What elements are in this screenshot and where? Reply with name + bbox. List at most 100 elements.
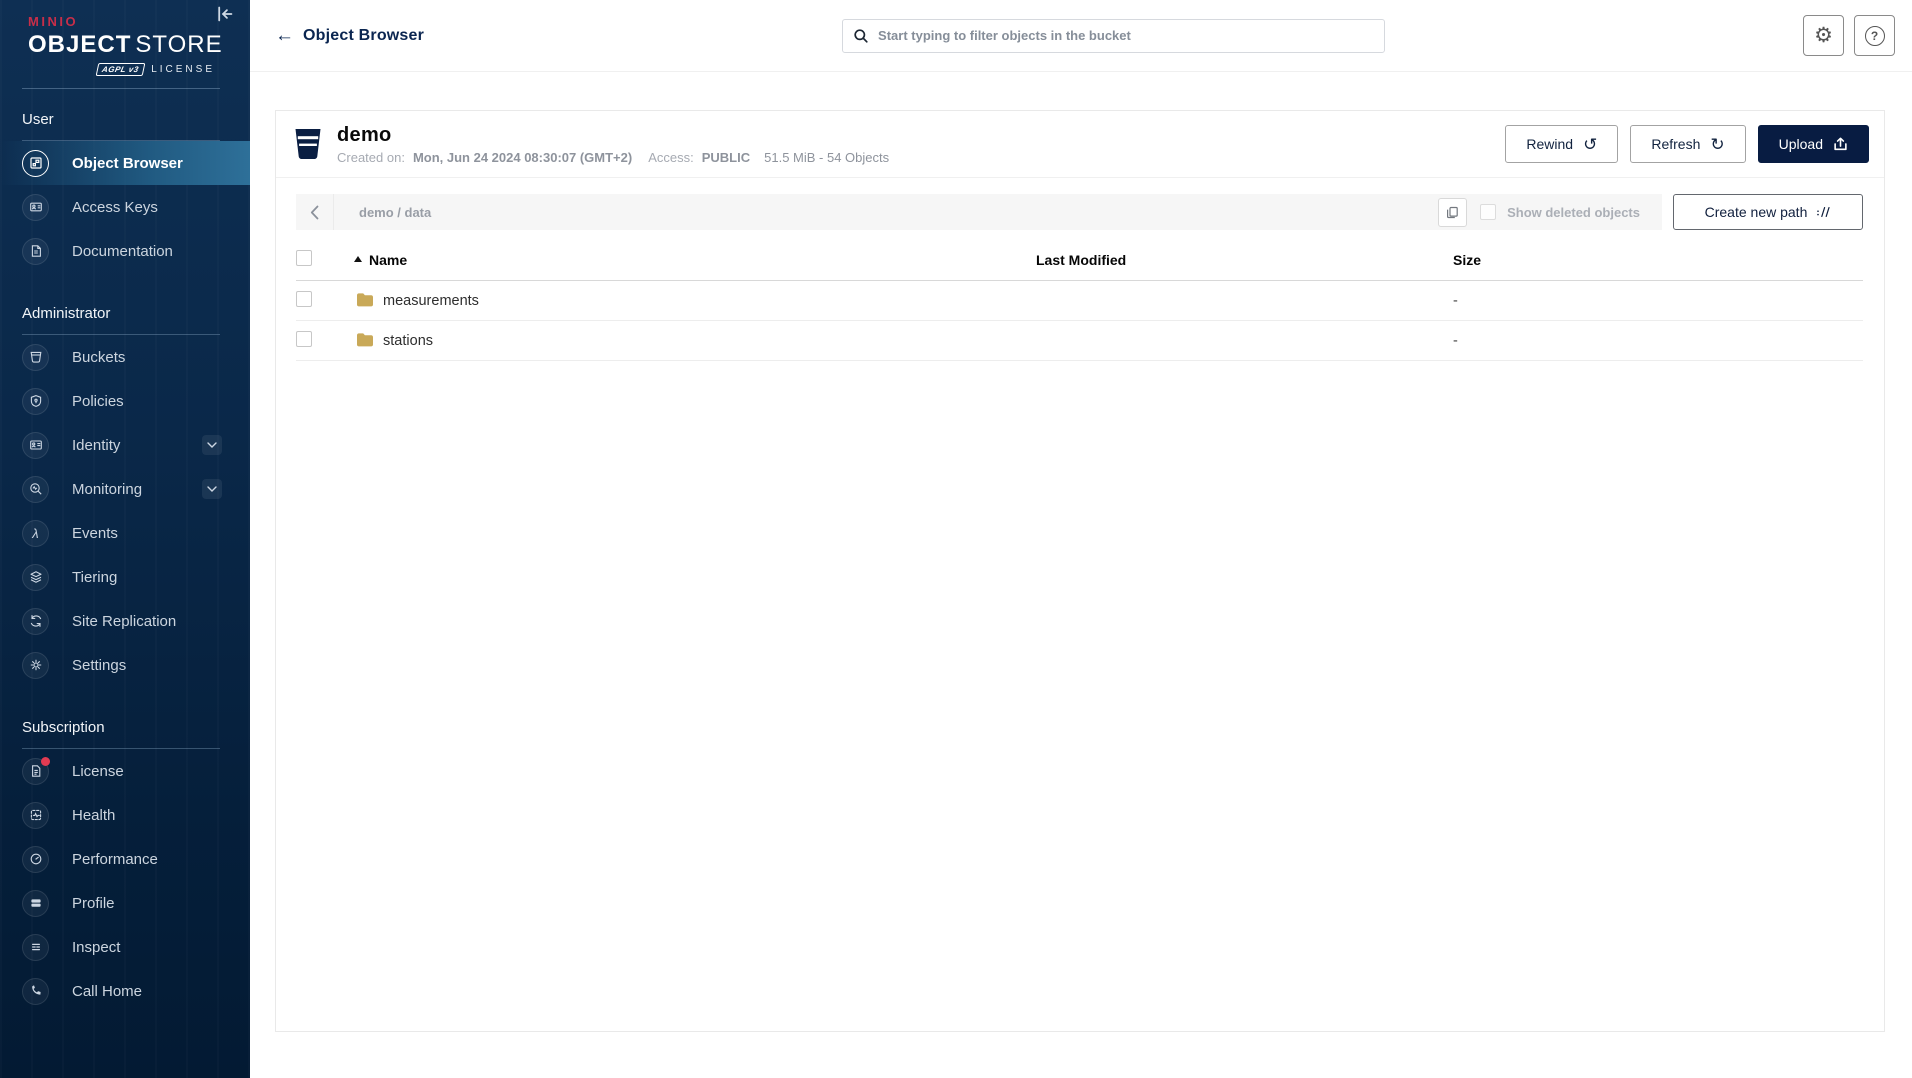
sidebar-item-identity[interactable]: Identity [0, 423, 250, 467]
logo-divider [22, 88, 220, 89]
object-name[interactable]: measurements [383, 293, 479, 309]
topbar: ← Object Browser ⚙ ? [250, 0, 1912, 72]
sidebar-item-object-browser[interactable]: Object Browser [0, 141, 250, 185]
sidebar-item-label: Access Keys [72, 199, 158, 216]
chevron-down-icon[interactable] [202, 435, 222, 455]
object-browser-icon [22, 150, 49, 177]
settings-button[interactable]: ⚙ [1803, 15, 1844, 56]
collapse-sidebar-icon[interactable] [216, 6, 236, 24]
sidebar-item-label: Performance [72, 851, 158, 868]
help-icon: ? [1865, 26, 1885, 46]
access-keys-icon [22, 194, 49, 221]
sidebar-item-performance[interactable]: Performance [0, 837, 250, 881]
sidebar-item-label: Identity [72, 437, 120, 454]
documentation-icon [22, 238, 49, 265]
access-label: Access: [648, 150, 694, 165]
select-all-checkbox[interactable] [296, 250, 312, 266]
bucket-header: demo Created on: Mon, Jun 24 2024 08:30:… [276, 111, 1884, 178]
row-checkbox[interactable] [296, 291, 312, 307]
table-row[interactable]: measurements - [296, 281, 1863, 321]
call-home-phone-icon [22, 978, 49, 1005]
bucket-usage: 51.5 MiB - 54 Objects [764, 150, 889, 165]
object-name[interactable]: stations [383, 333, 433, 349]
section-label: User [0, 111, 250, 128]
sidebar-item-settings[interactable]: Settings [0, 643, 250, 687]
path-back-chevron-icon[interactable] [296, 194, 334, 230]
sidebar-item-call-home[interactable]: Call Home [0, 969, 250, 1013]
bucket-title-block: demo Created on: Mon, Jun 24 2024 08:30:… [337, 124, 889, 165]
sidebar-item-site-replication[interactable]: Site Replication [0, 599, 250, 643]
sidebar-section-user: User Object Browser Access Keys [0, 111, 250, 273]
sidebar-item-label: Buckets [72, 349, 125, 366]
create-new-path-button[interactable]: Create new path [1673, 194, 1863, 230]
sidebar-item-license[interactable]: License [0, 749, 250, 793]
object-filter-search[interactable] [842, 19, 1385, 53]
back-arrow-icon[interactable]: ← [275, 25, 294, 47]
search-input[interactable] [878, 28, 1374, 43]
sidebar-item-health[interactable]: Health [0, 793, 250, 837]
upload-icon [1833, 137, 1848, 152]
settings-gear-icon [22, 652, 49, 679]
sidebar-item-label: Profile [72, 895, 115, 912]
monitoring-icon [22, 476, 49, 503]
sidebar-item-label: License [72, 763, 124, 780]
sidebar-section-administrator: Administrator Buckets Policies [0, 305, 250, 687]
object-size: - [1453, 281, 1863, 321]
sidebar-item-events[interactable]: λ Events [0, 511, 250, 555]
chevron-down-icon[interactable] [202, 479, 222, 499]
bucket-browser-card: demo Created on: Mon, Jun 24 2024 08:30:… [275, 110, 1885, 1032]
sidebar-item-label: Health [72, 807, 115, 824]
created-value: Mon, Jun 24 2024 08:30:07 (GMT+2) [413, 150, 632, 165]
sidebar-item-profile[interactable]: Profile [0, 881, 250, 925]
gear-icon: ⚙ [1814, 25, 1833, 46]
help-button[interactable]: ? [1854, 15, 1895, 56]
copy-path-button[interactable] [1438, 198, 1467, 227]
browser-body: demo / data Show deleted objects Create … [276, 178, 1884, 361]
sidebar-item-tiering[interactable]: Tiering [0, 555, 250, 599]
health-icon [22, 802, 49, 829]
sidebar-menu: User Object Browser Access Keys [0, 111, 250, 1013]
path-toolbar: demo / data Show deleted objects Create … [296, 194, 1863, 230]
sidebar: MINIO OBJECTSTORE AGPL v3 LICENSE User O… [0, 0, 250, 1078]
new-path-icon [1816, 205, 1831, 219]
identity-icon [22, 432, 49, 459]
sidebar-item-label: Documentation [72, 243, 173, 260]
sidebar-item-documentation[interactable]: Documentation [0, 229, 250, 273]
upload-button[interactable]: Upload [1758, 125, 1869, 163]
section-label: Administrator [0, 305, 250, 322]
refresh-button[interactable]: Refresh ↻ [1630, 125, 1745, 163]
table-row[interactable]: stations - [296, 321, 1863, 361]
sidebar-item-label: Inspect [72, 939, 120, 956]
bucket-icon [294, 128, 322, 160]
events-icon: λ [22, 520, 49, 547]
breadcrumb[interactable]: demo / data [334, 205, 1438, 220]
column-header-size[interactable]: Size [1453, 244, 1863, 281]
sidebar-item-label: Tiering [72, 569, 117, 586]
sidebar-item-label: Call Home [72, 983, 142, 1000]
inspect-icon [22, 934, 49, 961]
sidebar-item-access-keys[interactable]: Access Keys [0, 185, 250, 229]
sidebar-item-monitoring[interactable]: Monitoring [0, 467, 250, 511]
rewind-button[interactable]: Rewind ↺ [1505, 125, 1618, 163]
license-alert-badge [41, 757, 50, 766]
sidebar-item-inspect[interactable]: Inspect [0, 925, 250, 969]
buckets-icon [22, 344, 49, 371]
site-replication-icon [22, 608, 49, 635]
row-checkbox[interactable] [296, 331, 312, 347]
object-size: - [1453, 321, 1863, 361]
rewind-icon: ↺ [1583, 136, 1597, 153]
table-header-row: Name Last Modified Size [296, 244, 1863, 281]
show-deleted-checkbox[interactable] [1480, 204, 1496, 220]
minio-logo: MINIO OBJECTSTORE AGPL v3 LICENSE [0, 0, 215, 76]
objects-table: Name Last Modified Size measurements [296, 244, 1863, 361]
sidebar-item-label: Object Browser [72, 155, 183, 172]
license-icon [22, 758, 49, 785]
license-word: LICENSE [151, 64, 215, 75]
bucket-meta: Created on: Mon, Jun 24 2024 08:30:07 (G… [337, 150, 889, 165]
main-area: ← Object Browser ⚙ ? demo [250, 0, 1912, 1078]
sidebar-item-policies[interactable]: Policies [0, 379, 250, 423]
sidebar-item-label: Settings [72, 657, 126, 674]
sidebar-item-buckets[interactable]: Buckets [0, 335, 250, 379]
column-header-last-modified[interactable]: Last Modified [1036, 244, 1453, 281]
column-header-name[interactable]: Name [340, 244, 1036, 281]
